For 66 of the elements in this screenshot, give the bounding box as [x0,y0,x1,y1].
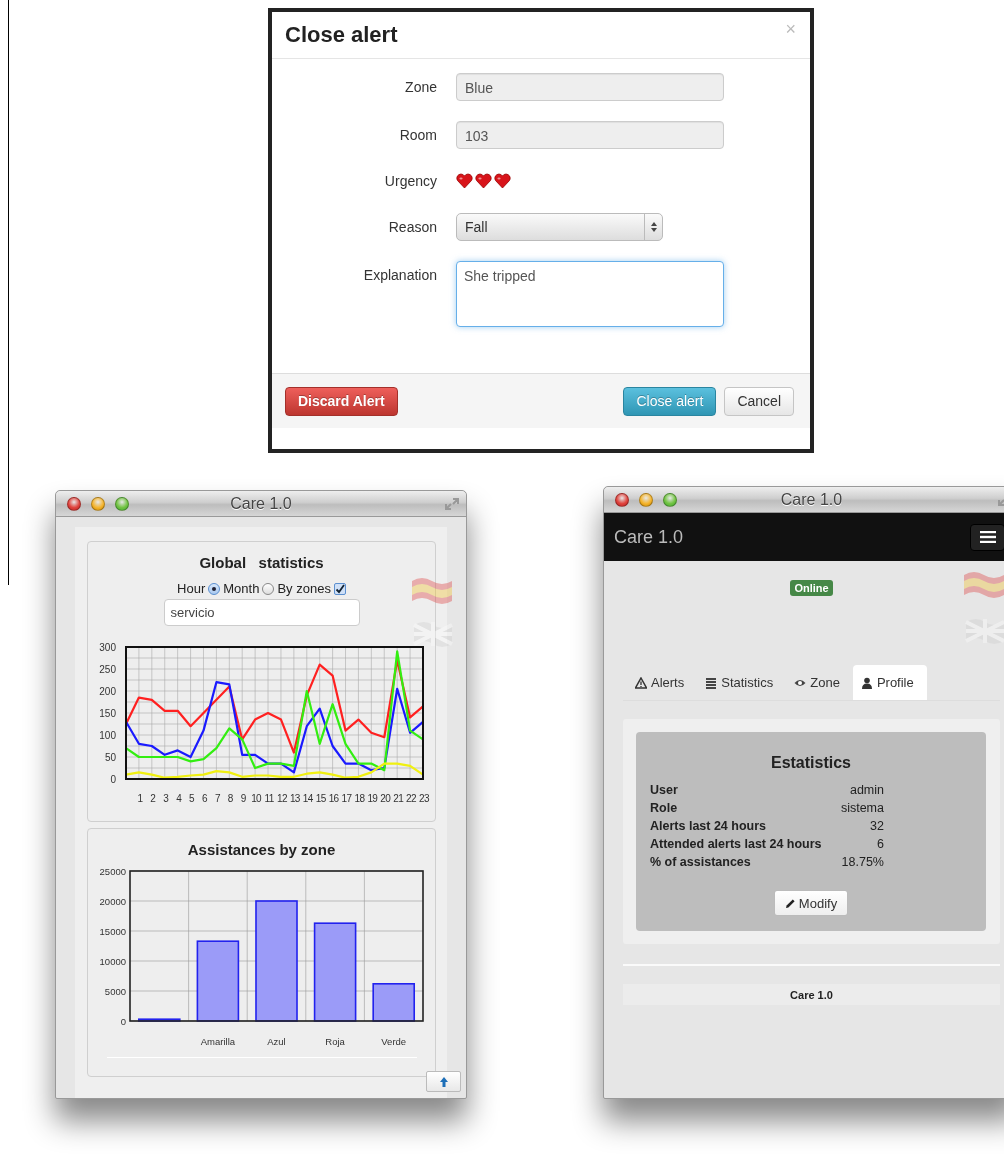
tick-label: 15000 [99,926,126,937]
tick-label: 14 [302,793,313,804]
status-badge: Online [790,580,833,596]
dialog-title: Close alert [285,22,398,48]
tick-label: 5 [189,793,195,804]
field-label: Zone [405,79,437,95]
card-title: Global statistics [199,554,324,571]
stat-label: Role [650,800,679,817]
tick-label: 1 [137,793,143,804]
tick-label: 6 [202,793,207,804]
tick-label: 7 [214,793,220,804]
stat-value: 6 [876,836,884,853]
category-label: Amarilla [200,1036,236,1047]
tick-label: 0 [120,1016,126,1027]
tick-label: 50 [104,752,116,763]
stat-value: 32 [869,818,884,835]
field-label: Explanation [363,266,437,283]
tick-label: 4 [176,793,182,804]
tick-label: 10 [251,793,262,804]
stat-label: Attended alerts last 24 hours [650,836,823,853]
tick-label: 250 [99,664,116,675]
tick-label: 9 [240,793,246,804]
stat-label: Alerts last 24 hours [650,818,767,835]
tick-label: 20 [380,793,391,804]
option-label: Hour [177,581,206,596]
stat-value: sistema [839,800,884,817]
tick-label: 18 [354,793,365,804]
tick-label: 13 [289,793,300,804]
tick-label: 16 [328,793,339,804]
category-label: Verde [381,1036,407,1047]
field-label: Reason [388,219,437,235]
tick-label: 11 [264,793,274,804]
tick-label: 15 [315,793,326,804]
tick-label: 200 [99,686,116,697]
tick-label: 12 [277,793,287,804]
tick-label: 17 [341,793,352,804]
window-title: Care 1.0 [230,494,292,513]
card-title: Estatistics [770,754,851,772]
field-label: Urgency [384,173,437,189]
stat-label: User [650,782,679,799]
stat-value: 18.75% [840,854,884,871]
stat-value: admin [848,782,884,799]
tick-label: 23 [419,793,429,804]
option-label: By zones [277,581,331,596]
tick-label: 21 [393,793,404,804]
footer-text: Care 1.0 [623,984,1000,1005]
stat-label: % of assistances [650,854,752,871]
window-title: Care 1.0 [780,490,843,509]
tick-label: 3 [163,793,169,804]
tick-label: 20000 [99,896,126,907]
tick-label: 150 [99,708,116,719]
tick-label: 100 [99,730,116,741]
tick-label: 19 [367,793,378,804]
tick-label: 2 [150,793,156,804]
category-label: Azul [267,1036,286,1047]
tick-label: 10000 [99,956,126,967]
tick-label: 25000 [99,866,126,877]
category-label: Roja [325,1036,345,1047]
tick-label: 22 [406,793,417,804]
field-label: Room [399,127,437,143]
tick-label: 8 [227,793,233,804]
tick-label: 0 [110,774,116,785]
tick-label: 300 [99,642,116,653]
card-title: Assistances by zone [187,841,336,858]
option-label: Month [223,581,260,596]
tick-label: 5000 [104,986,126,997]
